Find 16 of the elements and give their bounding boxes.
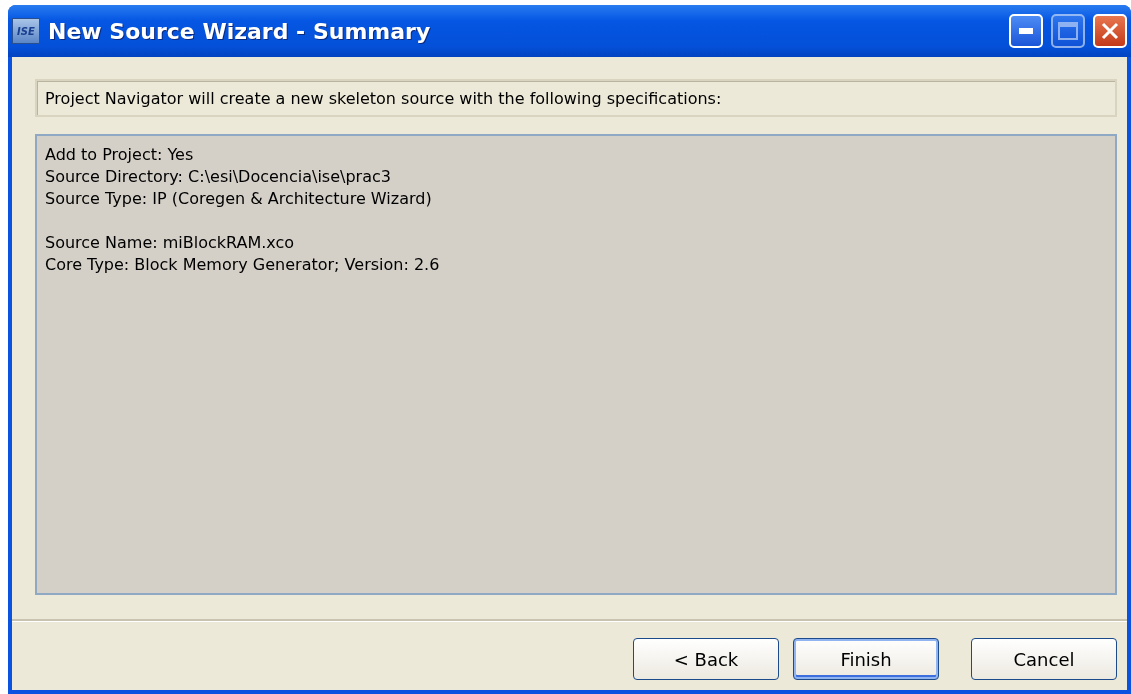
app-icon: ISE	[12, 18, 40, 44]
summary-line: Source Name: miBlockRAM.xco	[45, 232, 296, 254]
summary-line: Source Directory: C:\esi\Docencia\ise\prac3	[45, 166, 392, 188]
dialog-button[interactable]: Finish	[793, 638, 939, 680]
summary-line: Source Type: IP (Coregen & Architecture Wizard)	[45, 188, 433, 210]
dialog-button[interactable]: Cancel	[971, 638, 1117, 680]
header-text: Project Navigator will create a new skeleton source with the following specifications:	[35, 79, 1117, 117]
close-button[interactable]	[1093, 14, 1127, 48]
minimize-icon	[1019, 28, 1033, 34]
summary-line: Add to Project: Yes	[45, 144, 195, 166]
maximize-icon	[1058, 22, 1078, 40]
close-icon	[1101, 22, 1119, 40]
minimize-button[interactable]	[1009, 14, 1043, 48]
dialog-button[interactable]: < Back	[633, 638, 779, 680]
summary-line: Core Type: Block Memory Generator; Version: 2.6	[45, 254, 441, 276]
window-title: New Source Wizard - Summary	[48, 18, 432, 44]
